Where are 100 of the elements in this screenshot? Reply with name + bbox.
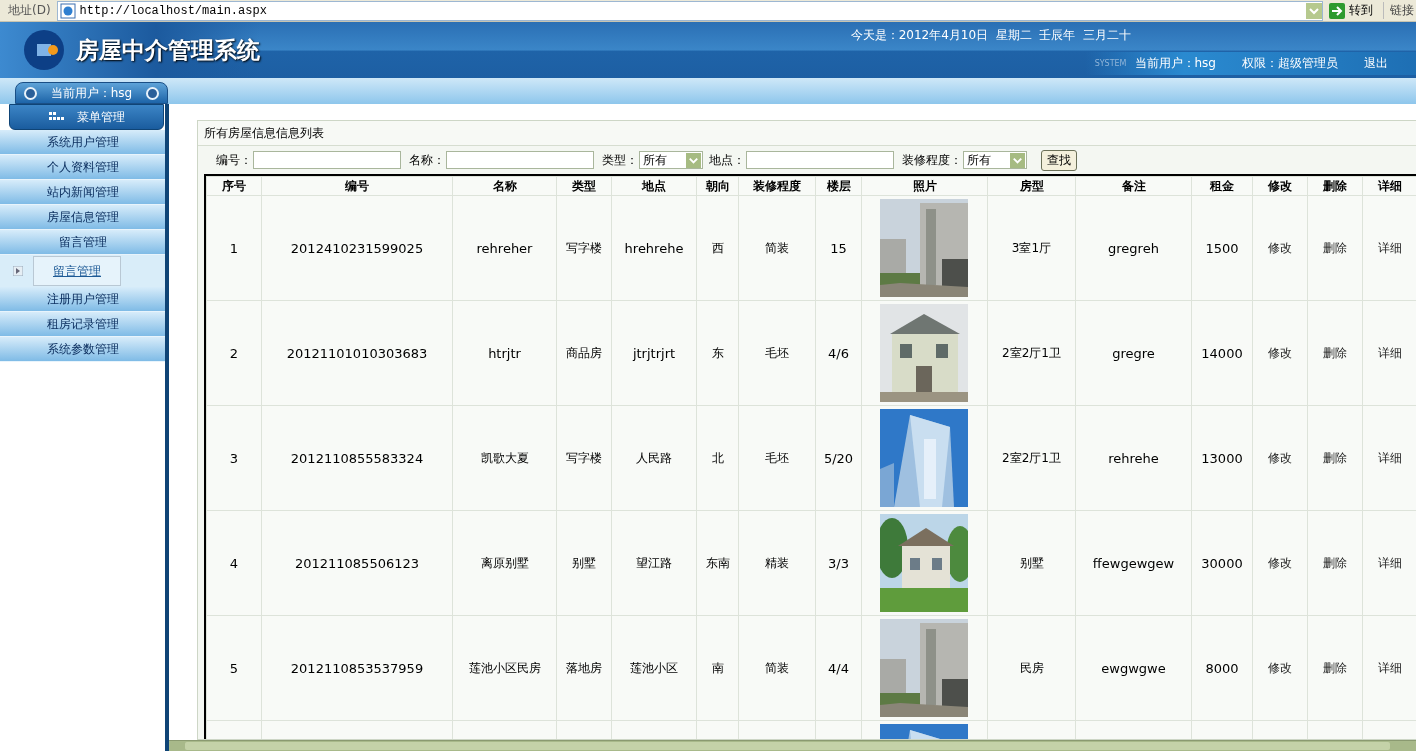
table-cell: 别墅 <box>1019 555 1044 570</box>
menu-item[interactable]: 留言管理 <box>33 256 121 286</box>
edit-link[interactable]: 修改 <box>1268 660 1292 675</box>
filter-label: 编号： <box>216 151 252 169</box>
table-cell: gregre <box>1112 345 1155 361</box>
edit-link[interactable]: 修改 <box>1268 345 1292 360</box>
table-cell: 民房 <box>1019 660 1044 675</box>
table-cell: 毛坯 <box>765 450 789 465</box>
go-button[interactable]: 转到 <box>1323 2 1383 19</box>
edit-link[interactable]: 修改 <box>1268 555 1292 570</box>
table-cell: 写字楼 <box>566 450 602 465</box>
column-header: 地点 <box>611 176 697 196</box>
table-cell: 莲池小区 <box>630 660 678 675</box>
menu-item[interactable]: 个人资料管理 <box>0 155 165 180</box>
table-cell: 别墅 <box>572 555 596 570</box>
filter-input[interactable] <box>253 151 401 169</box>
table-cell: 4/4 <box>828 660 849 676</box>
filter-label: 装修程度： <box>902 151 962 169</box>
table-cell: 20121101010303683 <box>286 345 428 361</box>
table-cell: 东 <box>711 345 724 360</box>
edit-link[interactable]: 修改 <box>1268 240 1292 255</box>
ring-icon <box>24 86 37 100</box>
delete-link[interactable]: 删除 <box>1323 450 1347 465</box>
table-cell: 3/3 <box>828 555 849 571</box>
menu-item[interactable]: 系统参数管理 <box>0 337 165 362</box>
table-cell: 落地房 <box>566 660 602 675</box>
filter-label: 类型： <box>602 151 638 169</box>
page-icon <box>59 2 76 19</box>
column-header: 序号 <box>206 176 262 196</box>
column-header: 类型 <box>556 176 612 196</box>
menu-item[interactable]: 站内新闻管理 <box>0 180 165 205</box>
filter-label: 地点： <box>709 151 745 169</box>
delete-link[interactable]: 删除 <box>1323 345 1347 360</box>
table-cell: ewgwgwe <box>1101 660 1166 676</box>
address-field[interactable]: http://localhost/main.aspx <box>56 0 1323 21</box>
sidebar-user: 当前用户：hsg <box>50 84 133 102</box>
edit-link[interactable]: 修改 <box>1268 450 1292 465</box>
menu-title: 菜单管理 <box>76 108 125 126</box>
filter-input[interactable] <box>446 151 594 169</box>
horizontal-scrollbar[interactable] <box>169 740 1416 751</box>
table-cell: 15 <box>830 240 847 256</box>
table-cell: 201211085506123 <box>294 555 420 571</box>
table-cell: 8000 <box>1205 660 1239 676</box>
table-cell: 东南 <box>705 555 730 570</box>
table-cell: hrehrehe <box>624 240 684 256</box>
table-cell: 望江路 <box>636 555 672 570</box>
links-label[interactable]: 链接 <box>1383 2 1416 19</box>
table-cell: 北 <box>711 450 724 465</box>
column-header: 装修程度 <box>738 176 816 196</box>
filter-select[interactable]: 所有 <box>963 151 1027 169</box>
address-label: 地址(D) <box>7 2 52 19</box>
menu-item[interactable]: 租房记录管理 <box>0 312 165 337</box>
column-header: 楼层 <box>815 176 862 196</box>
detail-link[interactable]: 详细 <box>1378 345 1402 360</box>
column-header: 朝向 <box>696 176 739 196</box>
delete-link[interactable]: 删除 <box>1323 240 1347 255</box>
table-cell: 3 <box>229 450 239 466</box>
table-cell: 4/6 <box>828 345 849 361</box>
table-cell: 2012110855583324 <box>290 450 424 466</box>
menu-item[interactable]: 房屋信息管理 <box>0 205 165 230</box>
detail-link[interactable]: 详细 <box>1378 450 1402 465</box>
filter-select[interactable]: 所有 <box>639 151 703 169</box>
search-button[interactable]: 查找 <box>1041 149 1077 171</box>
table-cell: 14000 <box>1201 345 1243 361</box>
filter-input[interactable] <box>746 151 894 169</box>
table-cell: 2室2厅1卫 <box>1002 345 1061 360</box>
table-cell: 凯歌大夏 <box>480 450 529 465</box>
table-cell: jtrjtrjrt <box>632 345 676 361</box>
table-cell: 2012110853537959 <box>290 660 424 676</box>
table-cell: 3室1厅 <box>1011 240 1052 255</box>
detail-link[interactable]: 详细 <box>1378 555 1402 570</box>
column-header: 修改 <box>1252 176 1308 196</box>
table-cell: rehrehe <box>1108 450 1159 466</box>
menu-item[interactable]: 系统用户管理 <box>0 130 165 155</box>
table-cell: 离原别墅 <box>480 555 529 570</box>
column-header: 详细 <box>1362 176 1416 196</box>
delete-link[interactable]: 删除 <box>1323 555 1347 570</box>
column-header: 备注 <box>1075 176 1192 196</box>
play-icon <box>13 266 23 276</box>
table-cell: 13000 <box>1201 450 1243 466</box>
table-cell: 西 <box>711 240 724 255</box>
permission-text: 权限：超级管理员 <box>1242 55 1338 72</box>
column-header: 删除 <box>1307 176 1363 196</box>
logout-link[interactable]: 退出 <box>1364 55 1388 72</box>
current-user: 当前用户：hsg <box>1134 55 1216 72</box>
detail-link[interactable]: 详细 <box>1378 240 1402 255</box>
column-header: 房型 <box>987 176 1076 196</box>
menu-item[interactable]: 注册用户管理 <box>0 287 165 312</box>
table-cell: 莲池小区民房 <box>468 660 541 675</box>
ring-icon <box>146 86 159 100</box>
detail-link[interactable]: 详细 <box>1378 660 1402 675</box>
delete-link[interactable]: 删除 <box>1323 660 1347 675</box>
column-header: 照片 <box>861 176 988 196</box>
table-cell: gregreh <box>1108 240 1159 256</box>
table-cell: 5/20 <box>823 450 854 466</box>
table-cell: rehreher <box>476 240 533 256</box>
table-cell: 5 <box>229 660 239 676</box>
logo-icon <box>22 28 66 72</box>
system-watermark: SYSTEM <box>1094 59 1127 68</box>
menu-item[interactable]: 留言管理 <box>0 230 165 255</box>
